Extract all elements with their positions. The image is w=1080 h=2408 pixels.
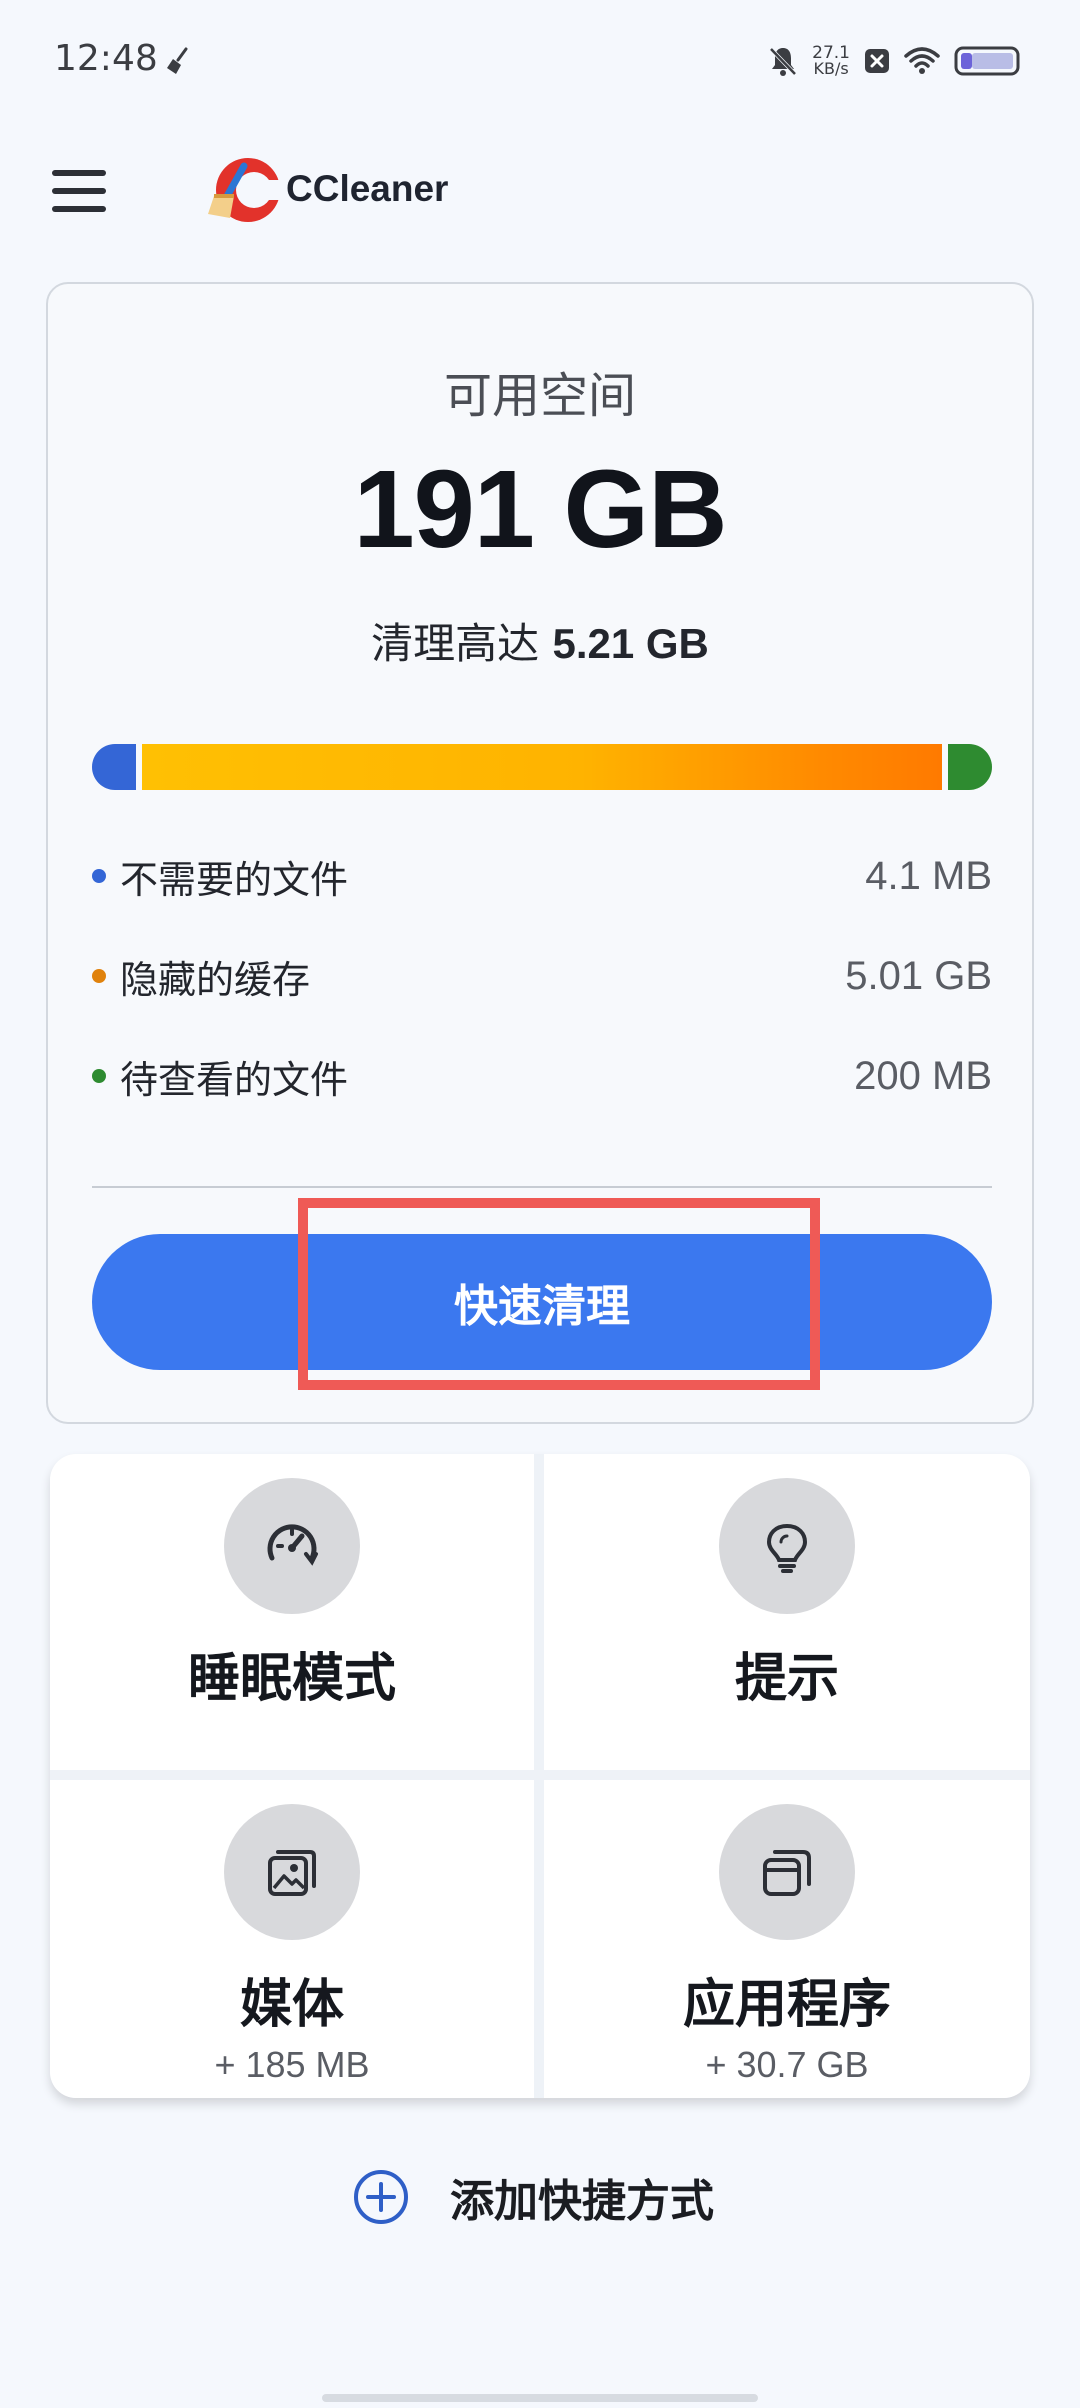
category-label: 不需要的文件 [120, 857, 349, 902]
lightbulb-icon [719, 1478, 855, 1614]
tile-subtitle: + 30.7 GB [705, 2044, 869, 2085]
network-speed: 27.1 KB/s [812, 45, 850, 77]
storage-card: 可用空间 191 GB 清理高达 5.21 GB 不需要的文件 4.1 MB 隐… [46, 282, 1034, 1424]
bar-segment-unneeded [92, 744, 136, 790]
category-dot [92, 1069, 106, 1083]
speedometer-icon [224, 1478, 360, 1614]
wifi-icon [904, 47, 940, 74]
cleanable-summary: 清理高达 5.21 GB [48, 610, 1032, 671]
hamburger-menu-icon[interactable] [52, 170, 106, 212]
broom-icon [167, 47, 188, 74]
battery-icon [954, 46, 1020, 76]
quick-clean-label: 快速清理 [454, 1281, 630, 1332]
ccleaner-logo-icon [208, 158, 284, 222]
status-bar: 12:48 27.1 KB/s [0, 0, 1080, 126]
home-indicator[interactable] [322, 2394, 758, 2402]
category-value: 5.01 GB [845, 953, 992, 998]
tile-media[interactable]: 媒体 + 185 MB [50, 1780, 534, 2098]
storage-breakdown-bar [92, 744, 992, 790]
category-row-files-to-review[interactable]: 待查看的文件 200 MB [92, 1046, 992, 1106]
bell-muted-icon [769, 47, 797, 76]
tile-sleep-mode[interactable]: 睡眠模式 [50, 1454, 534, 1770]
bar-segment-to-review [948, 744, 992, 790]
x-box-icon [865, 49, 889, 73]
category-label: 待查看的文件 [120, 1057, 349, 1102]
category-dot [92, 869, 106, 883]
category-value: 4.1 MB [865, 853, 992, 898]
speed-unit: KB/s [813, 59, 849, 78]
tile-title: 媒体 [239, 1975, 344, 2035]
category-row-unneeded-files[interactable]: 不需要的文件 4.1 MB [92, 846, 992, 906]
category-value: 200 MB [854, 1053, 992, 1098]
quick-clean-button[interactable]: 快速清理 [92, 1234, 992, 1370]
tile-tips[interactable]: 提示 [544, 1454, 1030, 1770]
gallery-icon [224, 1804, 360, 1940]
status-time: 12:48 [54, 38, 158, 79]
category-row-hidden-cache[interactable]: 隐藏的缓存 5.01 GB [92, 946, 992, 1006]
status-icons: 27.1 KB/s [768, 36, 1022, 86]
card-divider [92, 1186, 992, 1188]
category-dot [92, 969, 106, 983]
feature-tiles-grid: 睡眠模式 提示 媒体 + 185 MB 应用程序 + 30.7 GB [50, 1454, 1030, 2098]
tile-apps[interactable]: 应用程序 + 30.7 GB [544, 1780, 1030, 2098]
add-circle-icon [354, 2170, 408, 2224]
cleanable-amount: 5.21 GB [552, 620, 709, 667]
available-space-label: 可用空间 [443, 368, 636, 424]
app-title: CCleaner [286, 168, 449, 209]
ccleaner-home-screen: 12:48 27.1 KB/s CCleaner 可用空间 191 GB 清理高… [0, 0, 1080, 2408]
tile-title: 应用程序 [682, 1975, 891, 2035]
tile-subtitle: + 185 MB [214, 2044, 370, 2085]
tile-title: 提示 [734, 1649, 839, 1709]
tile-title: 睡眠模式 [187, 1649, 396, 1709]
apps-icon [719, 1804, 855, 1940]
available-space-value: 191 GB [353, 448, 727, 571]
bar-segment-hidden-cache [142, 744, 942, 790]
add-shortcut-button[interactable]: 添加快捷方式 [352, 2164, 714, 2230]
cleanable-prefix: 清理高达 [371, 619, 540, 668]
category-label: 隐藏的缓存 [120, 957, 311, 1002]
add-shortcut-label: 添加快捷方式 [450, 2176, 714, 2227]
